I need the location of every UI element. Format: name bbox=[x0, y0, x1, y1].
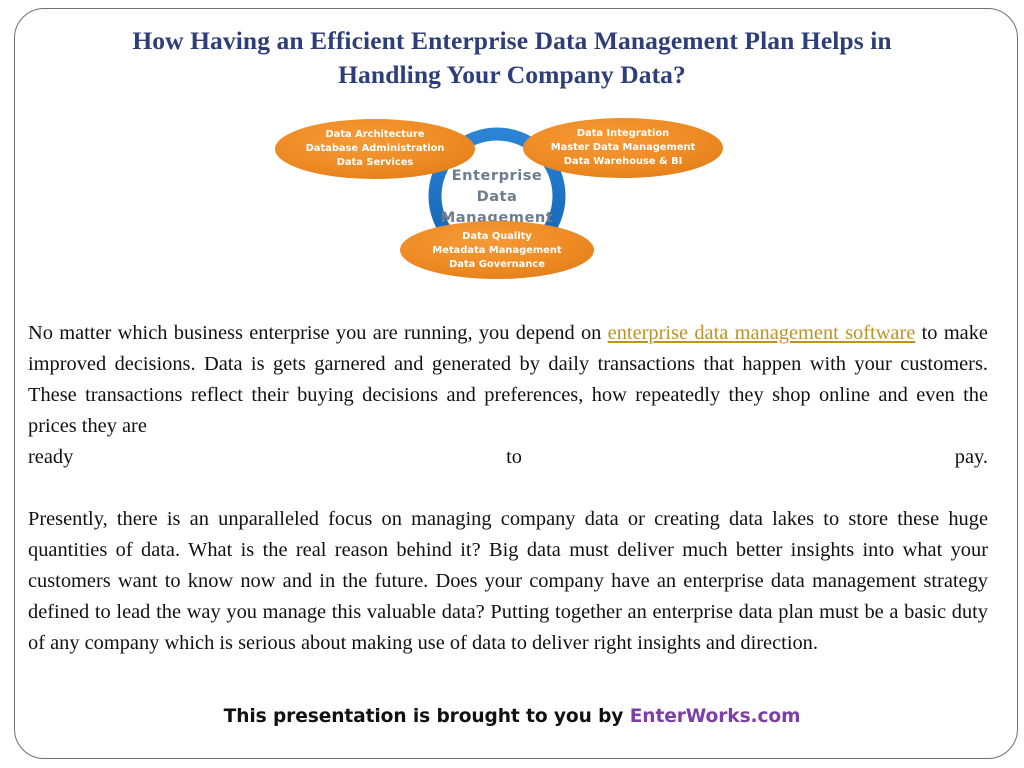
paragraph-1-last-word-2: to bbox=[506, 446, 522, 468]
bubble-top-right-line-2: Master Data Management bbox=[551, 142, 696, 153]
page-title-line-2: Handling Your Company Data? bbox=[338, 60, 686, 89]
enterworks-brand-link[interactable]: EnterWorks.com bbox=[630, 706, 801, 727]
footer-attribution: This presentation is brought to you by E… bbox=[0, 705, 1024, 729]
center-label-line-1: Enterprise bbox=[452, 167, 543, 184]
diagram-center-label: Enterprise Data Management bbox=[441, 167, 553, 226]
presentation-slide: How Having an Efficient Enterprise Data … bbox=[0, 0, 1024, 768]
paragraph-2: Presently, there is an unparalleled focu… bbox=[28, 508, 988, 654]
bubble-top-left-line-2: Database Administration bbox=[306, 143, 445, 154]
paragraph-1-text-before-link: No matter which business enterprise you … bbox=[28, 322, 608, 344]
bubble-top-right: Data Integration Master Data Management … bbox=[523, 118, 723, 178]
page-title-line-1: How Having an Efficient Enterprise Data … bbox=[132, 26, 892, 55]
paragraph-1: No matter which business enterprise you … bbox=[28, 318, 988, 442]
bubble-bottom: Data Quality Metadata Management Data Go… bbox=[400, 221, 594, 279]
bubble-top-right-line-3: Data Warehouse & BI bbox=[564, 156, 683, 167]
bubble-top-right-line-1: Data Integration bbox=[577, 128, 669, 139]
bubble-top-left-line-1: Data Architecture bbox=[325, 129, 424, 140]
slide-body-text: No matter which business enterprise you … bbox=[28, 318, 988, 659]
bubble-bottom-line-3: Data Governance bbox=[449, 259, 545, 270]
bubble-top-left-line-3: Data Services bbox=[337, 157, 414, 168]
bubble-top-left: Data Architecture Database Administratio… bbox=[275, 119, 475, 179]
center-label-line-2: Data bbox=[477, 188, 518, 205]
footer-text: This presentation is brought to you by bbox=[223, 706, 630, 727]
enterprise-data-management-diagram: Enterprise Data Management Data Architec… bbox=[268, 108, 733, 298]
bubble-bottom-line-1: Data Quality bbox=[462, 231, 532, 242]
paragraph-1-last-line: ready to pay. bbox=[28, 442, 988, 473]
bubble-bottom-line-2: Metadata Management bbox=[432, 245, 561, 256]
paragraph-1-last-word-1: ready bbox=[28, 446, 74, 468]
enterprise-data-management-software-link[interactable]: enterprise data management software bbox=[608, 322, 916, 344]
paragraph-1-last-word-3: pay. bbox=[954, 446, 988, 468]
page-title: How Having an Efficient Enterprise Data … bbox=[62, 24, 962, 92]
